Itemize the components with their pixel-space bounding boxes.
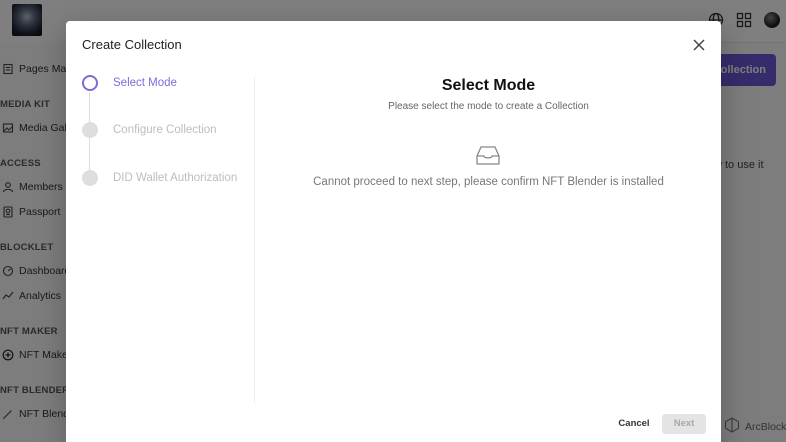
- stepper: Select Mode Configure Collection DID Wal…: [82, 75, 252, 195]
- content-title: Select Mode: [441, 77, 536, 94]
- step-label: Configure Collection: [113, 124, 217, 136]
- step-label: DID Wallet Authorization: [113, 172, 238, 184]
- empty-state-message: Cannot proceed to next step, please conf…: [313, 176, 664, 188]
- step-label: Select Mode: [113, 77, 177, 89]
- close-icon: [693, 39, 705, 51]
- next-button[interactable]: Next: [662, 414, 706, 434]
- vertical-divider: [254, 77, 255, 403]
- close-button[interactable]: [691, 37, 707, 53]
- content-subtitle: Please select the mode to create a Colle…: [388, 101, 589, 112]
- dialog-title: Create Collection: [82, 37, 182, 52]
- inbox-icon: [475, 144, 501, 166]
- create-collection-dialog: Create Collection Select Mode Configure …: [66, 21, 721, 442]
- step-indicator-active: [82, 75, 98, 91]
- step-indicator: [82, 170, 98, 186]
- cancel-button[interactable]: Cancel: [614, 416, 654, 432]
- step-select-mode[interactable]: Select Mode: [82, 75, 177, 91]
- step-indicator: [82, 122, 98, 138]
- step-configure-collection: Configure Collection: [82, 122, 217, 138]
- step-did-wallet-authorization: DID Wallet Authorization: [82, 170, 237, 186]
